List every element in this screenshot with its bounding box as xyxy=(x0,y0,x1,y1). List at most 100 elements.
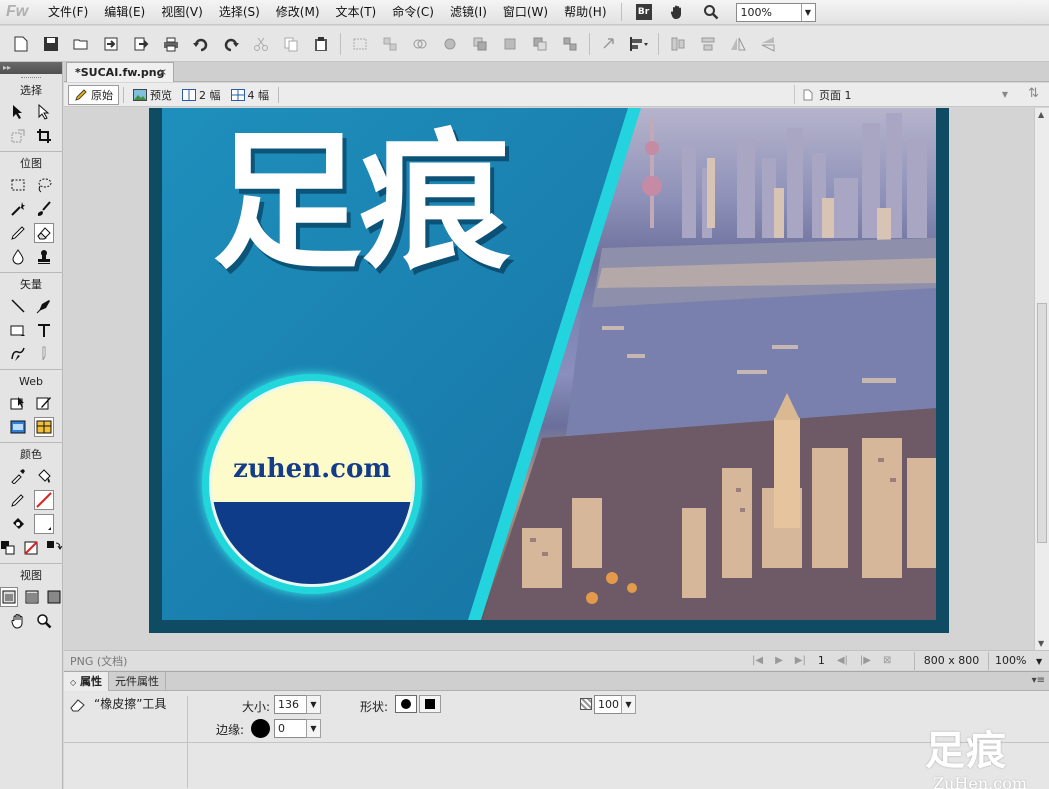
magic-wand-icon[interactable] xyxy=(8,199,28,219)
line-tool-icon[interactable] xyxy=(8,296,28,316)
blur-tool-icon[interactable] xyxy=(8,247,28,267)
scrollbar-thumb[interactable] xyxy=(1037,303,1047,543)
text-tool-icon[interactable] xyxy=(34,320,54,340)
undo-icon[interactable] xyxy=(190,33,212,55)
next-frame-icon[interactable]: |▶ xyxy=(860,655,871,666)
stop-icon[interactable]: ⊠ xyxy=(883,655,891,666)
paste-icon[interactable] xyxy=(310,33,332,55)
scroll-down-icon[interactable]: ▼ xyxy=(1038,639,1044,648)
flip-horizontal-icon[interactable] xyxy=(727,33,749,55)
view-original-button[interactable]: 原始 xyxy=(68,84,119,105)
scroll-up-icon[interactable]: ▲ xyxy=(1038,110,1044,119)
panel-menu-icon[interactable]: ▾≡ xyxy=(1032,675,1045,686)
align-icon[interactable] xyxy=(628,33,650,55)
status-zoom-select[interactable]: 100% ▼ xyxy=(988,651,1046,670)
fill-swatch[interactable] xyxy=(34,514,54,534)
shape-round-button[interactable] xyxy=(395,695,417,713)
menu-help[interactable]: 帮助(H) xyxy=(556,0,614,25)
canvas-area[interactable]: 足痕 zuhen.com xyxy=(64,108,1034,650)
split-icon[interactable] xyxy=(439,33,461,55)
canvas-size[interactable]: 800 x 800 xyxy=(914,651,988,670)
zoom-tool-icon[interactable] xyxy=(34,611,54,631)
menu-view[interactable]: 视图(V) xyxy=(153,0,211,25)
rectangle-tool-icon[interactable] xyxy=(8,320,28,340)
new-file-icon[interactable] xyxy=(10,33,32,55)
hotspot-tool-icon[interactable] xyxy=(8,393,28,413)
menu-modify[interactable]: 修改(M) xyxy=(268,0,328,25)
ungroup-icon[interactable] xyxy=(379,33,401,55)
slice-tool-icon[interactable] xyxy=(34,393,54,413)
lasso-tool-icon[interactable] xyxy=(34,175,54,195)
send-back-icon[interactable] xyxy=(559,33,581,55)
tab-symbol-properties[interactable]: 元件属性 xyxy=(109,672,166,691)
prev-frame-icon[interactable]: ◀| xyxy=(837,655,848,666)
knife-tool-icon[interactable] xyxy=(34,344,54,364)
play-icon[interactable]: ▶ xyxy=(775,655,783,666)
full-screen-menus-icon[interactable] xyxy=(24,587,40,607)
last-frame-icon[interactable]: ▶| xyxy=(795,655,806,666)
flip-vertical-icon[interactable] xyxy=(757,33,779,55)
document-tab[interactable]: *SUCAI.fw.png × xyxy=(66,62,174,82)
print-icon[interactable] xyxy=(160,33,182,55)
brush-tool-icon[interactable] xyxy=(34,199,54,219)
crop-tool-icon[interactable] xyxy=(34,126,54,146)
bridge-button[interactable]: Br xyxy=(635,4,652,20)
group-icon[interactable] xyxy=(349,33,371,55)
zoom-icon[interactable] xyxy=(700,1,722,23)
hand-icon[interactable] xyxy=(666,1,688,23)
stack-icon[interactable] xyxy=(697,33,719,55)
menu-file[interactable]: 文件(F) xyxy=(40,0,96,25)
hide-slices-icon[interactable] xyxy=(8,417,28,437)
artboard[interactable]: 足痕 zuhen.com xyxy=(149,108,949,633)
eyedropper-icon[interactable] xyxy=(8,466,28,486)
paint-bucket-icon[interactable] xyxy=(34,466,54,486)
join-icon[interactable] xyxy=(409,33,431,55)
cut-icon[interactable] xyxy=(250,33,272,55)
close-icon[interactable]: × xyxy=(159,67,167,78)
fill-color-icon[interactable] xyxy=(8,514,28,534)
zoom-select[interactable]: 100% ▼ xyxy=(735,2,816,22)
hand-tool-icon[interactable] xyxy=(8,611,28,631)
bring-front-icon[interactable] xyxy=(469,33,491,55)
show-slices-icon[interactable] xyxy=(34,417,54,437)
open-icon[interactable] xyxy=(70,33,92,55)
tools-grip[interactable] xyxy=(0,74,62,82)
edge-dropdown[interactable]: ▼ xyxy=(306,719,321,738)
freeform-tool-icon[interactable] xyxy=(8,344,28,364)
menu-commands[interactable]: 命令(C) xyxy=(384,0,442,25)
import-icon[interactable] xyxy=(100,33,122,55)
save-icon[interactable] xyxy=(40,33,62,55)
bring-forward-icon[interactable] xyxy=(499,33,521,55)
stroke-color-icon[interactable] xyxy=(8,490,28,510)
no-color-icon[interactable] xyxy=(23,538,40,558)
pen-tool-icon[interactable] xyxy=(34,296,54,316)
swap-colors-icon[interactable] xyxy=(45,538,62,558)
first-frame-icon[interactable]: |◀ xyxy=(752,655,763,666)
sort-icon[interactable]: ⇅ xyxy=(1028,86,1039,101)
opacity-dropdown[interactable]: ▼ xyxy=(621,695,636,714)
standard-screen-icon[interactable] xyxy=(0,587,18,607)
send-backward-icon[interactable] xyxy=(529,33,551,55)
full-screen-icon[interactable] xyxy=(46,587,62,607)
subselect-tool-icon[interactable] xyxy=(34,102,54,122)
export-icon[interactable] xyxy=(130,33,152,55)
page-select[interactable]: 页面 1 ▼ xyxy=(794,85,1014,104)
stroke-swatch[interactable] xyxy=(34,490,54,510)
marquee-tool-icon[interactable] xyxy=(8,175,28,195)
redo-icon[interactable] xyxy=(220,33,242,55)
size-dropdown[interactable]: ▼ xyxy=(306,695,321,714)
pencil-tool-icon[interactable] xyxy=(8,223,28,243)
menu-select[interactable]: 选择(S) xyxy=(211,0,268,25)
pointer-tool-icon[interactable] xyxy=(8,102,28,122)
view-preview-button[interactable]: 预览 xyxy=(128,85,177,105)
view-2up-button[interactable]: 2 幅 xyxy=(177,85,226,105)
size-input[interactable]: 136 xyxy=(274,695,309,714)
rotate-icon[interactable] xyxy=(598,33,620,55)
menu-edit[interactable]: 编辑(E) xyxy=(96,0,153,25)
copy-icon[interactable] xyxy=(280,33,302,55)
shape-square-button[interactable] xyxy=(419,695,441,713)
edge-input[interactable]: 0 xyxy=(274,719,309,738)
opacity-input[interactable]: 100 xyxy=(594,695,622,714)
menu-filters[interactable]: 滤镜(I) xyxy=(442,0,495,25)
edge-swatch[interactable] xyxy=(251,719,270,738)
